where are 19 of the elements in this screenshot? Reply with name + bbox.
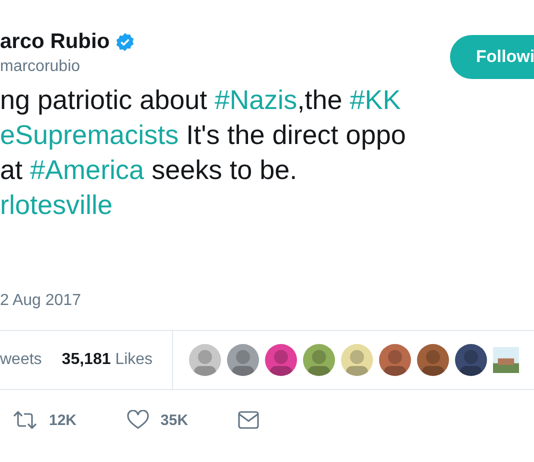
action-count: 12K bbox=[49, 412, 77, 428]
tweet-text-line: at #America seeks to be. bbox=[0, 154, 298, 187]
stat-count[interactable]: 35,181 Likes bbox=[62, 351, 153, 369]
hashtag-link[interactable]: #America bbox=[30, 155, 144, 185]
hashtag-link[interactable]: #Nazis bbox=[214, 85, 298, 115]
account-name[interactable]: arco Rubio bbox=[0, 30, 110, 54]
account-handle[interactable]: marcorubio bbox=[0, 58, 134, 76]
tweet-text-line: ng patriotic about #Nazis,the #KK bbox=[0, 84, 401, 117]
retweet-icon[interactable] bbox=[13, 410, 37, 430]
heart-icon[interactable] bbox=[126, 410, 149, 430]
following-button[interactable]: Followi bbox=[450, 35, 534, 79]
hashtag-link[interactable]: rlotesville bbox=[0, 190, 113, 220]
hashtag-link[interactable]: #KK bbox=[350, 85, 401, 115]
action-count: 35K bbox=[160, 412, 188, 428]
tweet-date[interactable]: 2 Aug 2017 bbox=[0, 292, 81, 310]
hashtag-link[interactable]: eSupremacists bbox=[0, 120, 179, 150]
stat-count[interactable]: weets bbox=[0, 351, 42, 369]
mail-icon[interactable] bbox=[238, 411, 260, 429]
tweet-text-line: eSupremacists It's the direct oppo bbox=[0, 119, 406, 152]
